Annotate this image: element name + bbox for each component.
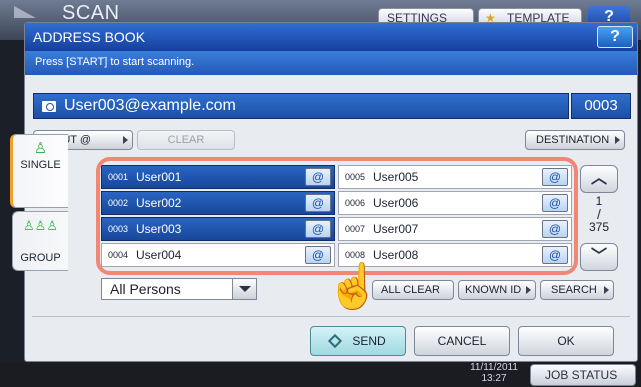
group-icon: ♙♙♙	[23, 218, 58, 233]
entry-number: 0005	[345, 172, 366, 182]
email-icon[interactable]: @	[542, 220, 568, 238]
destination-count: 0003	[571, 93, 631, 119]
dialog-title: ADDRESS BOOK	[33, 29, 146, 45]
entry-number: 0003	[108, 224, 129, 234]
entry-number: 0007	[345, 224, 366, 234]
scroll-down-button[interactable]: ﹀	[580, 243, 618, 271]
all-clear-button[interactable]: ALL CLEAR	[372, 280, 454, 300]
email-icon	[42, 101, 56, 112]
entry-number: 0002	[108, 198, 129, 208]
search-button[interactable]: SEARCH	[540, 280, 614, 300]
send-button-label: SEND	[352, 334, 386, 348]
destination-field: User003@example.com	[33, 93, 569, 119]
address-entry[interactable]: 0005 User005 @	[338, 165, 572, 189]
send-button[interactable]: SEND	[310, 326, 406, 356]
chevron-right-icon	[604, 286, 609, 294]
ok-button[interactable]: OK	[518, 326, 614, 356]
entry-name: User006	[373, 196, 419, 210]
entry-name: User002	[136, 196, 182, 210]
email-icon[interactable]: @	[305, 194, 331, 212]
help-button[interactable]: ?	[597, 26, 633, 48]
address-entry[interactable]: 0004 User004 @	[101, 243, 335, 267]
scroll-up-button[interactable]: ︿	[580, 165, 618, 193]
known-id-button[interactable]: KNOWN ID	[458, 280, 536, 300]
email-icon[interactable]: @	[542, 194, 568, 212]
tab-single[interactable]: ♙ SINGLE	[10, 134, 68, 208]
send-icon	[328, 333, 343, 349]
chevron-right-icon	[123, 136, 128, 144]
person-icon: ♙	[33, 140, 48, 157]
total-pages: 375	[588, 220, 610, 234]
page-separator: /	[597, 206, 601, 222]
entry-number: 0008	[345, 250, 366, 260]
tab-group-label: GROUP	[20, 252, 61, 264]
entry-number: 0004	[108, 250, 129, 260]
chevron-right-icon	[526, 286, 531, 294]
search-button-label: SEARCH	[551, 284, 597, 296]
time-text: 13:27	[481, 373, 507, 384]
email-icon[interactable]: @	[305, 168, 331, 186]
address-entry[interactable]: 0001 User001 @	[101, 165, 335, 189]
destination-address: User003@example.com	[64, 97, 236, 114]
entry-name: User007	[373, 222, 419, 236]
destination-button[interactable]: DESTINATION	[525, 130, 625, 150]
scan-logo-icon	[14, 6, 36, 18]
email-icon[interactable]: @	[542, 168, 568, 186]
dialog-titlebar: ADDRESS BOOK ?	[25, 23, 637, 51]
destination-button-label: DESTINATION	[536, 134, 610, 146]
clear-button[interactable]: CLEAR	[137, 130, 235, 150]
chevron-up-icon: ︿	[590, 170, 607, 187]
tab-single-label: SINGLE	[20, 159, 61, 171]
entry-name: User003	[136, 222, 182, 236]
entry-name: User001	[136, 170, 182, 184]
message-bar: Press [START] to start scanning.	[25, 51, 637, 75]
status-message: Press [START] to start scanning.	[35, 56, 195, 68]
address-entry[interactable]: 0003 User003 @	[101, 217, 335, 241]
footer-divider	[32, 316, 630, 317]
filter-dropdown[interactable]: All Persons	[101, 278, 257, 300]
entry-name: User005	[373, 170, 419, 184]
filter-selected: All Persons	[110, 281, 181, 297]
date-text: 11/11/2011	[470, 362, 518, 373]
address-entry[interactable]: 0002 User002 @	[101, 191, 335, 215]
chevron-down-icon: ﹀	[590, 248, 607, 265]
entry-number: 0006	[345, 198, 366, 208]
date-time-display: 11/11/2011 13:27	[462, 362, 526, 384]
chevron-right-icon	[615, 136, 620, 144]
dropdown-arrow-icon	[232, 279, 256, 299]
entry-number: 0001	[108, 172, 129, 182]
address-entry[interactable]: 0006 User006 @	[338, 191, 572, 215]
known-id-label: KNOWN ID	[465, 284, 522, 296]
cancel-button[interactable]: CANCEL	[414, 326, 510, 356]
email-icon[interactable]: @	[305, 220, 331, 238]
tab-group[interactable]: ♙♙♙ GROUP	[12, 211, 68, 271]
address-entry[interactable]: 0007 User007 @	[338, 217, 572, 241]
page-indicator: 1 / 375	[580, 195, 618, 233]
entry-name: User004	[136, 248, 182, 262]
email-icon[interactable]: @	[542, 246, 568, 264]
entry-name: User008	[373, 248, 419, 262]
job-status-button[interactable]: JOB STATUS	[530, 364, 636, 386]
